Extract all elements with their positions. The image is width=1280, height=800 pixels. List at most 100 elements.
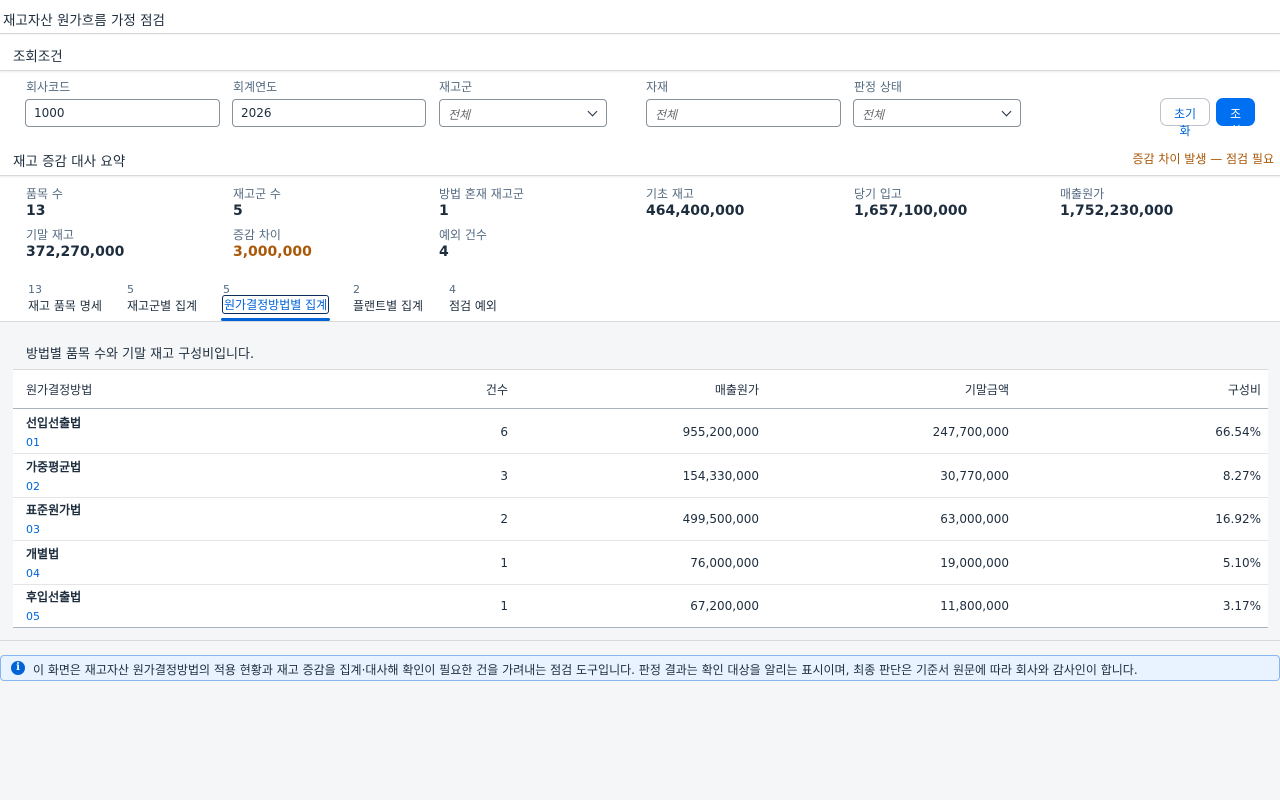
kpi-mixed-method-label: 방법 혼재 재고군: [439, 187, 524, 201]
info-icon: i: [11, 661, 25, 675]
table-row[interactable]: 표준원가법 03 2 499,500,000 63,000,000 16.92%: [13, 497, 1268, 541]
column-header-ending[interactable]: 기말금액: [965, 381, 1009, 398]
method-code[interactable]: 04: [26, 567, 40, 580]
material-input[interactable]: 전체: [646, 99, 841, 127]
cogs-cell: 154,330,000: [682, 469, 759, 483]
filter-section: 조회조건 회사코드 1000 회계연도 2026 재고군 전체 자재 전체 판정…: [0, 35, 1280, 140]
summary-header: 재고 증감 대사 요약 증감 차이 발생 — 점검 필요: [0, 140, 1280, 176]
active-tab-indicator: [221, 318, 330, 321]
ending-cell: 30,770,000: [940, 469, 1009, 483]
tab-count: 2: [353, 283, 360, 296]
ratio-cell: 66.54%: [1215, 425, 1261, 439]
table-row[interactable]: 선입선출법 01 6 955,200,000 247,700,000 66.54…: [13, 410, 1268, 454]
kpi-group-count-value: 5: [233, 203, 243, 219]
kpi-exceptions-value: 4: [439, 244, 449, 260]
ending-cell: 247,700,000: [932, 425, 1009, 439]
kpi-closing-label: 기말 재고: [26, 228, 74, 242]
kpi-closing-value: 372,270,000: [26, 244, 125, 260]
tab-count: 13: [28, 283, 42, 296]
method-name: 후입선출법: [26, 590, 82, 604]
count-cell: 1: [500, 599, 508, 613]
company-code-input[interactable]: 1000: [25, 99, 220, 127]
tab-exceptions[interactable]: 4 점검 예외: [449, 283, 509, 315]
column-header-count[interactable]: 건수: [486, 381, 508, 398]
info-text: 이 화면은 재고자산 원가결정방법의 적용 현황과 재고 증감을 집계·대사해 …: [33, 663, 1138, 677]
kpi-item-count-label: 품목 수: [26, 187, 63, 201]
ending-cell: 11,800,000: [940, 599, 1009, 613]
method-code[interactable]: 02: [26, 480, 40, 493]
method-code[interactable]: 05: [26, 610, 40, 623]
company-code-label: 회사코드: [26, 80, 71, 94]
tab-label: 재고 품목 명세: [28, 299, 102, 313]
inventory-group-select[interactable]: 전체: [439, 99, 607, 127]
kpi-mixed-method-value: 1: [439, 203, 449, 219]
kpi-cogs-value: 1,752,230,000: [1060, 203, 1174, 219]
fiscal-year-label: 회계연도: [233, 80, 278, 94]
count-cell: 6: [500, 425, 508, 439]
cogs-cell: 67,200,000: [690, 599, 759, 613]
fiscal-year-input[interactable]: 2026: [232, 99, 426, 127]
tab-item-list[interactable]: 13 재고 품목 명세: [28, 283, 108, 315]
kpi-variance-value: 3,000,000: [233, 244, 312, 260]
count-cell: 1: [500, 556, 508, 570]
column-header-ratio[interactable]: 구성비: [1228, 381, 1261, 398]
tab-label: 점검 예외: [449, 299, 497, 313]
cogs-cell: 499,500,000: [682, 512, 759, 526]
cogs-cell: 955,200,000: [682, 425, 759, 439]
filter-header: 조회조건: [0, 35, 1280, 71]
column-header-method[interactable]: 원가결정방법: [26, 381, 92, 398]
status-value: 전체: [862, 108, 885, 122]
count-cell: 2: [500, 512, 508, 526]
table-description: 방법별 품목 수와 기말 재고 구성비입니다.: [26, 347, 255, 362]
method-name: 선입선출법: [26, 416, 82, 430]
status-label: 판정 상태: [854, 80, 902, 94]
tab-label: 플랜트별 집계: [353, 299, 424, 313]
method-code[interactable]: 01: [26, 436, 40, 449]
chevron-down-icon: [1001, 106, 1012, 117]
table-row[interactable]: 개별법 04 1 76,000,000 19,000,000 5.10%: [13, 541, 1268, 585]
table-row[interactable]: 후입선출법 05 1 67,200,000 11,800,000 3.17%: [13, 584, 1268, 628]
search-button[interactable]: 조회: [1216, 98, 1255, 138]
kpi-exceptions-label: 예외 건수: [439, 228, 487, 242]
kpi-opening-value: 464,400,000: [646, 203, 745, 219]
status-select[interactable]: 전체: [853, 99, 1021, 127]
tab-label: 재고군별 집계: [127, 299, 198, 313]
ending-cell: 63,000,000: [940, 512, 1009, 526]
summary-section: 재고 증감 대사 요약 증감 차이 발생 — 점검 필요 품목 수 13 재고군…: [0, 140, 1280, 271]
ending-cell: 19,000,000: [940, 556, 1009, 570]
tab-group-summary[interactable]: 5 재고군별 집계: [127, 283, 207, 315]
tab-plant-summary[interactable]: 2 플랜트별 집계: [353, 283, 433, 315]
count-cell: 3: [500, 469, 508, 483]
variance-alert: 증감 차이 발생 — 점검 필요: [1132, 152, 1274, 166]
cogs-cell: 76,000,000: [690, 556, 759, 570]
kpi-receipts-label: 당기 입고: [854, 187, 902, 201]
method-name: 가중평균법: [26, 460, 82, 474]
method-name: 개별법: [26, 547, 60, 561]
tab-count: 4: [449, 283, 456, 296]
ratio-cell: 8.27%: [1222, 469, 1261, 483]
summary-title: 재고 증감 대사 요약: [13, 154, 126, 170]
chevron-down-icon: [587, 106, 598, 117]
kpi-cogs-label: 매출원가: [1060, 187, 1105, 201]
info-strip: i 이 화면은 재고자산 원가결정방법의 적용 현황과 재고 증감을 집계·대사…: [0, 655, 1280, 681]
inventory-group-label: 재고군: [439, 80, 473, 94]
page-header: 재고자산 원가흐름 가정 점검: [0, 0, 1280, 34]
ratio-cell: 5.10%: [1222, 556, 1261, 570]
column-header-cogs[interactable]: 매출원가: [715, 381, 759, 398]
table-row[interactable]: 가중평균법 02 3 154,330,000 30,770,000 8.27%: [13, 454, 1268, 498]
material-label: 자재: [646, 80, 669, 94]
reset-button[interactable]: 초기화: [1160, 98, 1210, 138]
tab-bar: 13 재고 품목 명세 5 재고군별 집계 5 원가결정방법별 집계 2 플랜트…: [0, 271, 1280, 322]
kpi-variance-label: 증감 차이: [233, 228, 281, 242]
method-summary-table: 원가결정방법 건수 매출원가 기말금액 구성비 선입선출법 01 6 955,2…: [13, 369, 1268, 628]
ratio-cell: 16.92%: [1215, 512, 1261, 526]
kpi-opening-label: 기초 재고: [646, 187, 694, 201]
tab-method-summary[interactable]: 5 원가결정방법별 집계: [222, 283, 330, 315]
inventory-group-value: 전체: [448, 108, 471, 122]
table-header: 원가결정방법 건수 매출원가 기말금액 구성비: [13, 370, 1268, 409]
filter-title: 조회조건: [13, 49, 63, 65]
kpi-item-count-value: 13: [26, 203, 46, 219]
method-code[interactable]: 03: [26, 523, 40, 536]
tab-label: 원가결정방법별 집계: [222, 295, 330, 314]
ratio-cell: 3.17%: [1222, 599, 1261, 613]
